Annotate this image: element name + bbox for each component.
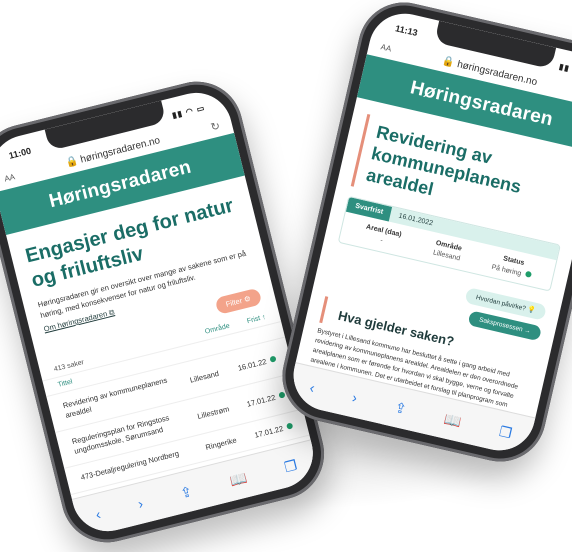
bookmarks-icon[interactable]: 📖	[228, 469, 249, 490]
row-date-value: 16.01.22	[236, 356, 268, 373]
status-dot-icon	[269, 355, 277, 363]
row-date: 16.01.22	[234, 354, 277, 373]
signal-wifi-battery-icon: ▮▮ ◠ ▭	[558, 61, 572, 77]
status-dot-icon	[524, 270, 532, 278]
phone-left-screen: 11:00 ▮▮ ◠ ▭ AA 🔒 høringsradaren.no ↻ Hø…	[0, 85, 321, 539]
filter-icon: ⚙	[242, 293, 252, 305]
phone-right-screen: 11:13 ▮▮ ◠ ▭ AA 🔒 høringsradaren.no ↻ Hø…	[286, 6, 572, 458]
row-date-value: 17.01.22	[253, 423, 284, 440]
filter-label: Filter	[224, 296, 244, 309]
back-icon[interactable]: ‹	[308, 379, 316, 396]
signal-wifi-battery-icon: ▮▮ ◠ ▭	[171, 102, 207, 120]
share-icon[interactable]: ⇪	[393, 398, 408, 417]
lock-icon: 🔒	[441, 55, 456, 70]
status-time: 11:00	[7, 145, 33, 161]
row-area: Lillesand	[188, 368, 220, 385]
external-link-icon: ⧉	[107, 307, 116, 318]
lock-icon: 🔒	[64, 155, 80, 170]
status-time: 11:13	[394, 23, 419, 38]
tabs-icon[interactable]: ❐	[282, 456, 298, 476]
row-date-value: 17.01.22	[245, 392, 277, 409]
forward-icon[interactable]: ›	[136, 495, 144, 512]
reader-text-size-button[interactable]: AA	[3, 172, 16, 183]
row-date: 17.01.22	[251, 421, 294, 440]
bookmarks-icon[interactable]: 📖	[443, 410, 464, 430]
how-to-influence-label: Hvordan påvirke?	[475, 294, 527, 313]
reload-icon[interactable]: ↻	[209, 119, 222, 134]
row-area: Lillestrøm	[196, 403, 231, 421]
share-icon[interactable]: ⇪	[178, 482, 193, 501]
sort-deadline-button[interactable]: Frist ↑	[246, 314, 266, 325]
row-date: 17.01.22	[243, 390, 286, 409]
tabs-icon[interactable]: ❐	[498, 422, 514, 441]
col-title-header[interactable]: Tittel	[57, 378, 73, 388]
phone-right: 11:13 ▮▮ ◠ ▭ AA 🔒 høringsradaren.no ↻ Hø…	[273, 0, 572, 471]
reader-text-size-button[interactable]: AA	[380, 42, 392, 53]
lightbulb-icon: 💡	[526, 306, 537, 315]
status-dot-icon	[285, 421, 294, 430]
forward-icon[interactable]: ›	[351, 389, 359, 406]
phone-left: 11:00 ▮▮ ◠ ▭ AA 🔒 høringsradaren.no ↻ Hø…	[0, 71, 334, 552]
